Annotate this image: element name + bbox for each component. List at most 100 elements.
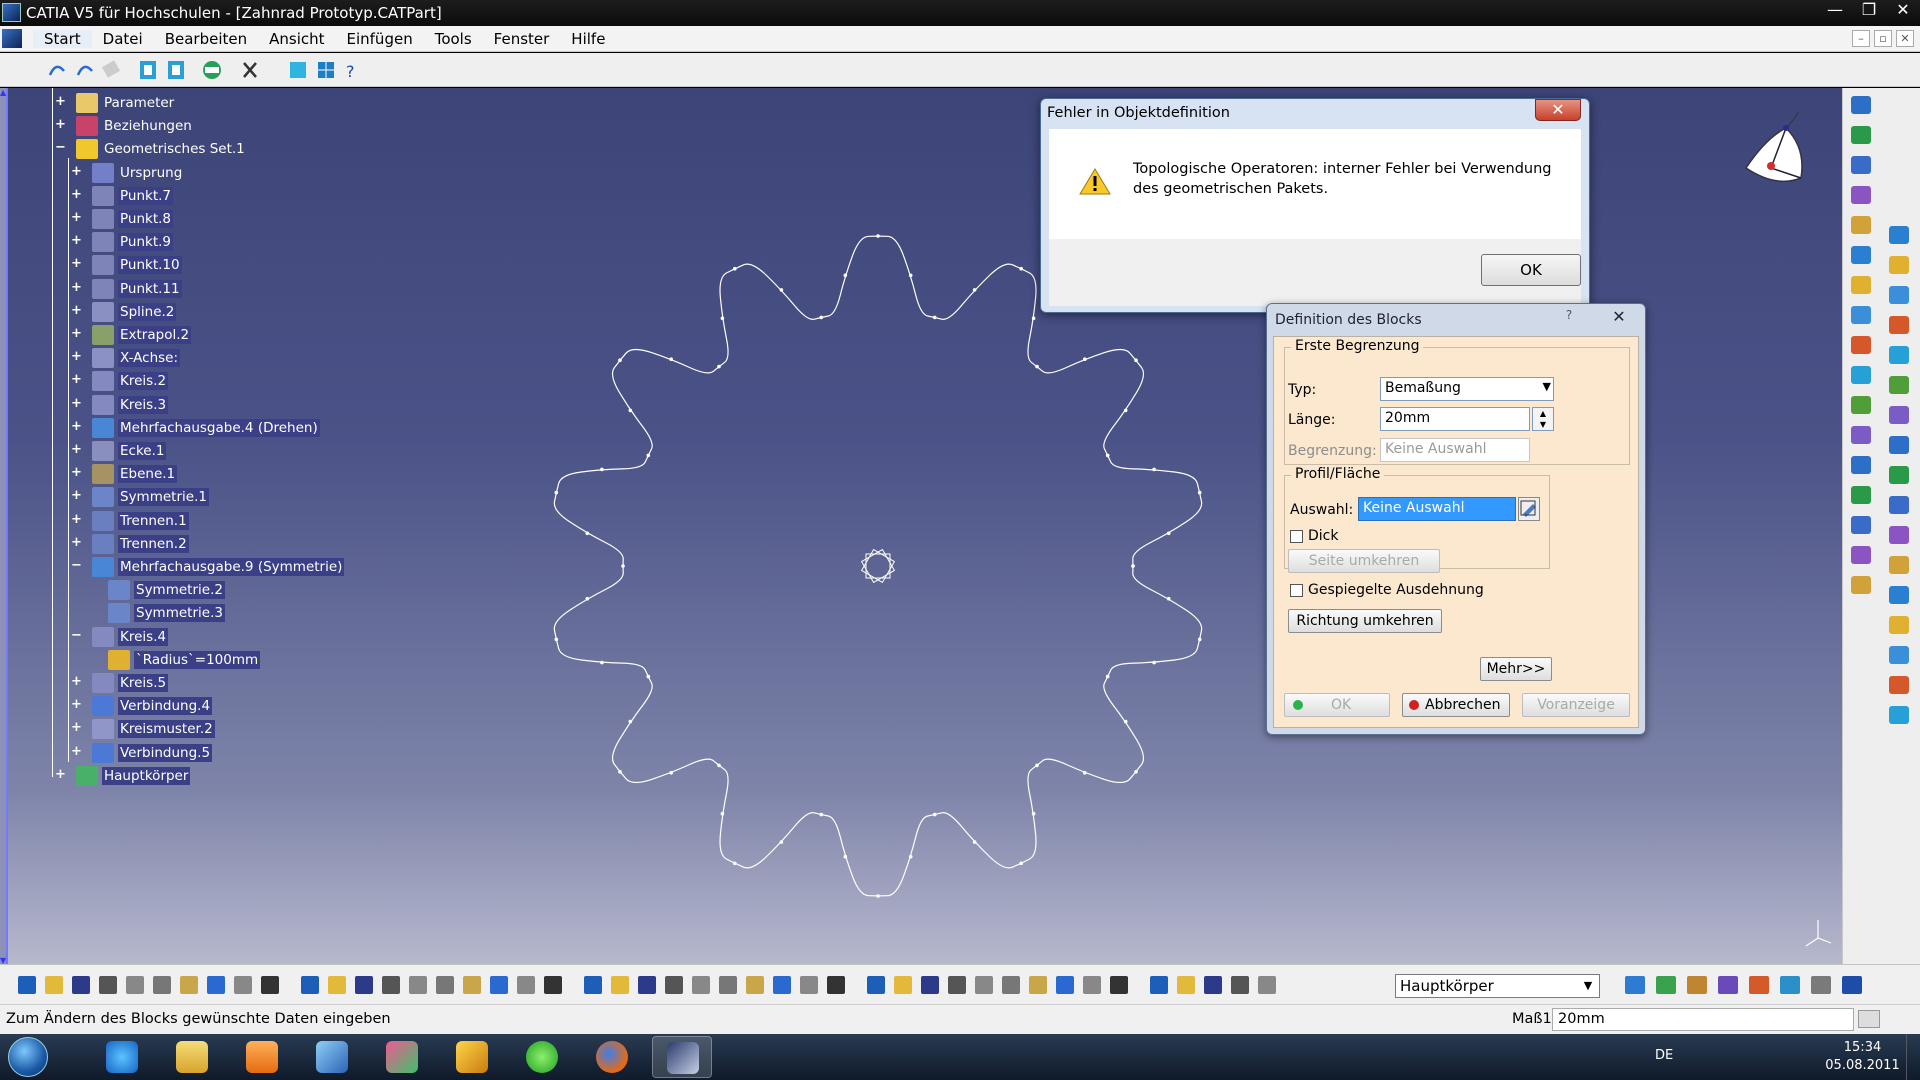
- gear-vertex-point[interactable]: [669, 357, 673, 362]
- start-orb-icon[interactable]: [8, 1037, 48, 1077]
- taskbar-app1-icon[interactable]: [302, 1036, 362, 1078]
- gear-vertex-point[interactable]: [585, 531, 590, 536]
- gear-vertex-point[interactable]: [618, 770, 622, 774]
- pad-icon[interactable]: [1851, 276, 1871, 294]
- selection-input[interactable]: Keine Auswahl: [1358, 497, 1516, 521]
- catia-app-icon[interactable]: [2, 3, 21, 22]
- layer-icon[interactable]: [1231, 976, 1249, 994]
- hide-show-icon[interactable]: [203, 61, 221, 79]
- menu-datei[interactable]: Datei: [92, 30, 154, 48]
- view-mode-icon[interactable]: [719, 976, 737, 994]
- gear-vertex-point[interactable]: [1031, 316, 1036, 321]
- menu-einfuegen[interactable]: Einfügen: [336, 30, 424, 48]
- axis-system-icon[interactable]: [1851, 126, 1871, 144]
- left-scroll-strip[interactable]: ▲ ▼: [0, 88, 8, 965]
- table-icon[interactable]: [382, 976, 400, 994]
- current-body-select[interactable]: Hauptkörper ▼: [1395, 974, 1600, 998]
- scale-icon[interactable]: [1889, 346, 1909, 364]
- plane-b-icon[interactable]: [1258, 976, 1276, 994]
- tree-icon[interactable]: [1204, 976, 1222, 994]
- links-icon[interactable]: [436, 976, 454, 994]
- add-icon[interactable]: [1889, 406, 1909, 424]
- preview-button[interactable]: Voranzeige: [1522, 693, 1630, 717]
- gear-vertex-point[interactable]: [1152, 467, 1156, 472]
- doc-close-button[interactable]: ✕: [1896, 30, 1914, 47]
- apply-icon[interactable]: [867, 976, 885, 994]
- print-icon[interactable]: [99, 976, 117, 994]
- language-indicator[interactable]: DE: [1655, 1048, 1673, 1063]
- mirror-icon[interactable]: [1889, 286, 1909, 304]
- gear-vertex-point[interactable]: [1131, 564, 1135, 568]
- zoom-in-icon[interactable]: [584, 976, 602, 994]
- draft-icon[interactable]: [1851, 546, 1871, 564]
- center-sketch-icon[interactable]: [860, 548, 896, 584]
- gear-vertex-point[interactable]: [932, 315, 937, 320]
- taskbar-mediaplayer-icon[interactable]: [232, 1036, 292, 1078]
- gear-vertex-point[interactable]: [1197, 490, 1202, 495]
- shell-icon[interactable]: [1851, 576, 1871, 594]
- sketch-edit-icon[interactable]: [1518, 497, 1540, 521]
- slot-icon[interactable]: [1851, 456, 1871, 474]
- mirrored-extent-checkbox[interactable]: [1290, 584, 1303, 597]
- close-window-button[interactable]: ✕: [1892, 0, 1914, 22]
- open-icon[interactable]: [45, 976, 63, 994]
- formula-b-icon[interactable]: [1718, 976, 1738, 994]
- parameters-b-icon[interactable]: [1687, 976, 1707, 994]
- taskbar-app3-icon[interactable]: [442, 1036, 502, 1078]
- chevron-down-icon[interactable]: ▼: [1543, 380, 1551, 393]
- menu-tools[interactable]: Tools: [424, 30, 483, 48]
- maximize-button[interactable]: ❐: [1858, 0, 1880, 22]
- gear-vertex-point[interactable]: [669, 771, 673, 775]
- taskbar-catia-icon[interactable]: [652, 1036, 712, 1078]
- hand-icon[interactable]: [1083, 976, 1101, 994]
- gear-vertex-point[interactable]: [600, 467, 604, 472]
- thick-surface-icon[interactable]: [1889, 586, 1909, 604]
- groove-icon[interactable]: [1851, 366, 1871, 384]
- gear-vertex-point[interactable]: [1083, 771, 1087, 775]
- scene-icon[interactable]: [1002, 976, 1020, 994]
- undo-curve-icon[interactable]: [48, 65, 65, 76]
- more-button[interactable]: Mehr>>: [1480, 657, 1552, 681]
- gear-vertex-point[interactable]: [554, 490, 559, 495]
- gear-vertex-point[interactable]: [1105, 674, 1110, 679]
- chamfer-icon[interactable]: [1851, 516, 1871, 534]
- multi-view-icon[interactable]: [665, 976, 683, 994]
- whats-this-icon[interactable]: [261, 976, 279, 994]
- compass-icon[interactable]: [1736, 108, 1826, 198]
- hide-icon[interactable]: [746, 976, 764, 994]
- reverse-direction-button[interactable]: Richtung umkehren: [1288, 609, 1442, 633]
- cut-plane-icon[interactable]: [948, 976, 966, 994]
- render-icon[interactable]: [800, 976, 818, 994]
- pocket-icon[interactable]: [1851, 306, 1871, 324]
- thread-icon[interactable]: [1889, 256, 1909, 274]
- chevron-down-icon[interactable]: ▼: [1580, 977, 1596, 995]
- gear-vertex-point[interactable]: [1031, 811, 1036, 816]
- redo-icon[interactable]: [234, 976, 252, 994]
- gear-vertex-point[interactable]: [585, 596, 590, 601]
- gear-vertex-point[interactable]: [972, 840, 977, 844]
- analyze-icon[interactable]: [894, 976, 912, 994]
- spin-icon[interactable]: [1056, 976, 1074, 994]
- boolean-icon[interactable]: [1889, 376, 1909, 394]
- scroll-down-arrow-icon[interactable]: ▼: [0, 956, 8, 965]
- gear-vertex-point[interactable]: [1123, 408, 1128, 413]
- gear-vertex-point[interactable]: [646, 453, 651, 458]
- gear-vertex-point[interactable]: [1105, 453, 1110, 458]
- union-icon[interactable]: [1889, 496, 1909, 514]
- pattern-icon[interactable]: [1889, 316, 1909, 334]
- gear-vertex-point[interactable]: [1123, 719, 1128, 724]
- taskbar-icq-icon[interactable]: [512, 1036, 572, 1078]
- measure-b-icon[interactable]: [1150, 976, 1168, 994]
- error-ok-button[interactable]: OK: [1481, 254, 1581, 286]
- fly-icon[interactable]: [463, 976, 481, 994]
- gear-vertex-point[interactable]: [932, 812, 937, 817]
- gear-vertex-point[interactable]: [720, 316, 725, 321]
- copy-icon[interactable]: [153, 976, 171, 994]
- minimize-button[interactable]: —: [1824, 0, 1846, 22]
- zoom-out-icon[interactable]: [611, 976, 629, 994]
- gear-vertex-point[interactable]: [876, 894, 880, 898]
- gear-vertex-point[interactable]: [876, 234, 880, 238]
- rib-icon[interactable]: [1851, 426, 1871, 444]
- power-input-icon[interactable]: [1858, 1010, 1880, 1028]
- cut-icon[interactable]: [126, 976, 144, 994]
